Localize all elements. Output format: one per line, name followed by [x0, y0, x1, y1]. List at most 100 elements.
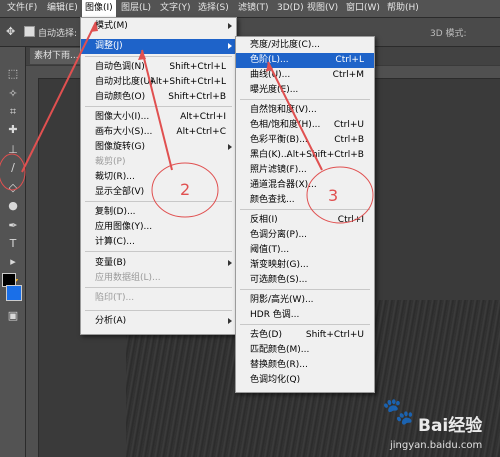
menu-item-label: 去色(D)	[250, 330, 282, 340]
menu-separator	[85, 310, 232, 311]
move-tool-icon[interactable]: ✥	[6, 25, 15, 38]
quick-mask-icon[interactable]: ▣	[6, 309, 20, 323]
menu-edit[interactable]: 编辑(E)	[44, 0, 81, 17]
menu-item-label: 自动颜色(O)	[95, 92, 146, 102]
image-menu-item-2[interactable]: 自动色调(N) Shift+Ctrl+L	[81, 60, 236, 75]
menu-item-label: 图像大小(I)...	[95, 112, 150, 122]
image-menu-item-10[interactable]: 显示全部(V)	[81, 185, 236, 200]
adjust-menu-item-17[interactable]: HDR 色调...	[236, 308, 374, 323]
menu-view[interactable]: 视图(V)	[304, 0, 341, 17]
image-menu-item-1[interactable]: 调整(J)	[81, 39, 236, 54]
adjust-menu-item-7[interactable]: 黑白(K)... Alt+Shift+Ctrl+B	[236, 148, 374, 163]
adjust-menu-item-2[interactable]: 曲线(U)... Ctrl+M	[236, 68, 374, 83]
image-menu-item-6[interactable]: 画布大小(S)... Alt+Ctrl+C	[81, 125, 236, 140]
adjust-menu-item-16[interactable]: 阴影/高光(W)...	[236, 293, 374, 308]
image-menu-item-0[interactable]: 模式(M)	[81, 19, 236, 34]
type-tool-icon[interactable]: T	[6, 237, 20, 251]
image-menu-item-11[interactable]: 复制(D)...	[81, 205, 236, 220]
menu-item-label: 应用图像(Y)...	[95, 222, 153, 232]
image-menu-item-13[interactable]: 计算(C)...	[81, 235, 236, 250]
annotation-step-2: 2	[180, 180, 191, 199]
menu-item-label: 裁剪(P)	[95, 157, 126, 167]
image-menu-dropdown: 模式(M) 调整(J) 自动色调(N) Shift+Ctrl+L 自动对比度(U) Alt…	[80, 17, 237, 335]
crop-tool-icon[interactable]: ⌗	[6, 105, 20, 119]
adjust-menu-item-14[interactable]: 渐变映射(G)...	[236, 258, 374, 273]
menu-filter[interactable]: 滤镜(T)	[235, 0, 272, 17]
menu-type[interactable]: 文字(Y)	[157, 0, 194, 17]
menu-item-shortcut: Ctrl+L	[335, 55, 364, 65]
menu-separator	[85, 106, 232, 107]
submenu-arrow-icon	[228, 144, 232, 150]
image-menu-item-7[interactable]: 图像旋转(G)	[81, 140, 236, 155]
menu-item-shortcut: Alt+Ctrl+C	[176, 127, 226, 137]
adjust-menu-item-1[interactable]: 色阶(L)... Ctrl+L	[236, 53, 374, 68]
adjust-menu-item-13[interactable]: 阈值(T)...	[236, 243, 374, 258]
blur-tool-icon[interactable]: ●	[6, 199, 20, 213]
annotation-step-3: 3	[328, 186, 339, 205]
healing-brush-icon[interactable]: ✚	[6, 123, 20, 137]
image-menu-item-12[interactable]: 应用图像(Y)...	[81, 220, 236, 235]
magic-wand-icon[interactable]: ✧	[6, 87, 20, 101]
menu-item-shortcut: Ctrl+U	[333, 120, 364, 130]
adjust-menu-item-3[interactable]: 曝光度(E)...	[236, 83, 374, 98]
menu-item-label: 色阶(L)...	[250, 55, 289, 65]
stamp-tool-icon[interactable]: ⊥	[6, 143, 20, 157]
adjust-menu-item-10[interactable]: 颜色查找...	[236, 193, 374, 208]
menu-item-label: 亮度/对比度(C)...	[250, 40, 320, 50]
adjust-menu-item-9[interactable]: 通道混合器(X)...	[236, 178, 374, 193]
adjust-menu-item-19[interactable]: 匹配颜色(M)...	[236, 343, 374, 358]
image-menu-item-14[interactable]: 变量(B)	[81, 256, 236, 271]
menu-item-label: 曝光度(E)...	[250, 85, 299, 95]
menu-separator	[85, 287, 232, 288]
image-menu-item-15: 应用数据组(L)...	[81, 271, 236, 286]
adjust-menu-item-12[interactable]: 色调分离(P)...	[236, 228, 374, 243]
menu-item-label: 色调分离(P)...	[250, 230, 308, 240]
menu-separator	[240, 289, 370, 290]
image-menu-item-4[interactable]: 自动颜色(O) Shift+Ctrl+B	[81, 90, 236, 105]
adjust-menu-item-6[interactable]: 色彩平衡(B)... Ctrl+B	[236, 133, 374, 148]
adjust-menu-item-5[interactable]: 色相/饱和度(H)... Ctrl+U	[236, 118, 374, 133]
menu-item-label: 曲线(U)...	[250, 70, 291, 80]
menu-item-label: HDR 色调...	[250, 310, 300, 320]
menu-item-label: 陷印(T)...	[95, 293, 135, 303]
pen-tool-icon[interactable]: ✒	[6, 219, 20, 233]
menu-item-label: 渐变映射(G)...	[250, 260, 309, 270]
adjust-menu-item-8[interactable]: 照片滤镜(F)...	[236, 163, 374, 178]
adjust-menu-item-15[interactable]: 可选颜色(S)...	[236, 273, 374, 288]
image-menu-item-3[interactable]: 自动对比度(U) Alt+Shift+Ctrl+L	[81, 75, 236, 90]
menu-layer[interactable]: 图层(L)	[118, 0, 154, 17]
menu-item-label: 替换颜色(R)...	[250, 360, 308, 370]
menu-separator	[85, 201, 232, 202]
menu-select[interactable]: 选择(S)	[195, 0, 232, 17]
image-menu-item-5[interactable]: 图像大小(I)... Alt+Ctrl+I	[81, 110, 236, 125]
menu-item-label: 显示全部(V)	[95, 187, 145, 197]
submenu-arrow-icon	[228, 43, 232, 49]
menu-item-label: 可选颜色(S)...	[250, 275, 308, 285]
menu-3d[interactable]: 3D(D)	[274, 0, 307, 17]
menu-image[interactable]: 图像(I)	[82, 0, 116, 17]
auto-select-label: 自动选择:	[38, 29, 78, 39]
brush-tool-icon[interactable]: ∕	[6, 161, 20, 175]
marquee-tool-icon[interactable]: ⬚	[6, 67, 20, 81]
submenu-arrow-icon	[228, 318, 232, 324]
adjust-menu-item-0[interactable]: 亮度/对比度(C)...	[236, 38, 374, 53]
menu-item-label: 阈值(T)...	[250, 245, 290, 255]
path-select-icon[interactable]: ▸	[6, 255, 20, 269]
menu-item-label: 色调均化(Q)	[250, 375, 301, 385]
image-menu-item-17[interactable]: 分析(A)	[81, 314, 236, 329]
background-color-swatch[interactable]	[6, 285, 22, 301]
menu-window[interactable]: 窗口(W)	[343, 0, 383, 17]
menu-help[interactable]: 帮助(H)	[384, 0, 422, 17]
auto-select-checkbox[interactable]	[24, 26, 35, 37]
adjust-menu-item-18[interactable]: 去色(D) Shift+Ctrl+U	[236, 328, 374, 343]
adjust-menu-item-4[interactable]: 自然饱和度(V)...	[236, 103, 374, 118]
menu-separator	[85, 56, 232, 57]
adjust-menu-item-20[interactable]: 替换颜色(R)...	[236, 358, 374, 373]
adjust-menu-item-11[interactable]: 反相(I) Ctrl+I	[236, 213, 374, 228]
menu-item-shortcut: Shift+Ctrl+L	[169, 62, 226, 72]
menu-item-shortcut: Alt+Shift+Ctrl+B	[286, 150, 364, 160]
eraser-tool-icon[interactable]: ◇	[6, 181, 20, 195]
adjust-menu-item-21[interactable]: 色调均化(Q)	[236, 373, 374, 388]
menu-file[interactable]: 文件(F)	[4, 0, 40, 17]
image-menu-item-9[interactable]: 裁切(R)...	[81, 170, 236, 185]
